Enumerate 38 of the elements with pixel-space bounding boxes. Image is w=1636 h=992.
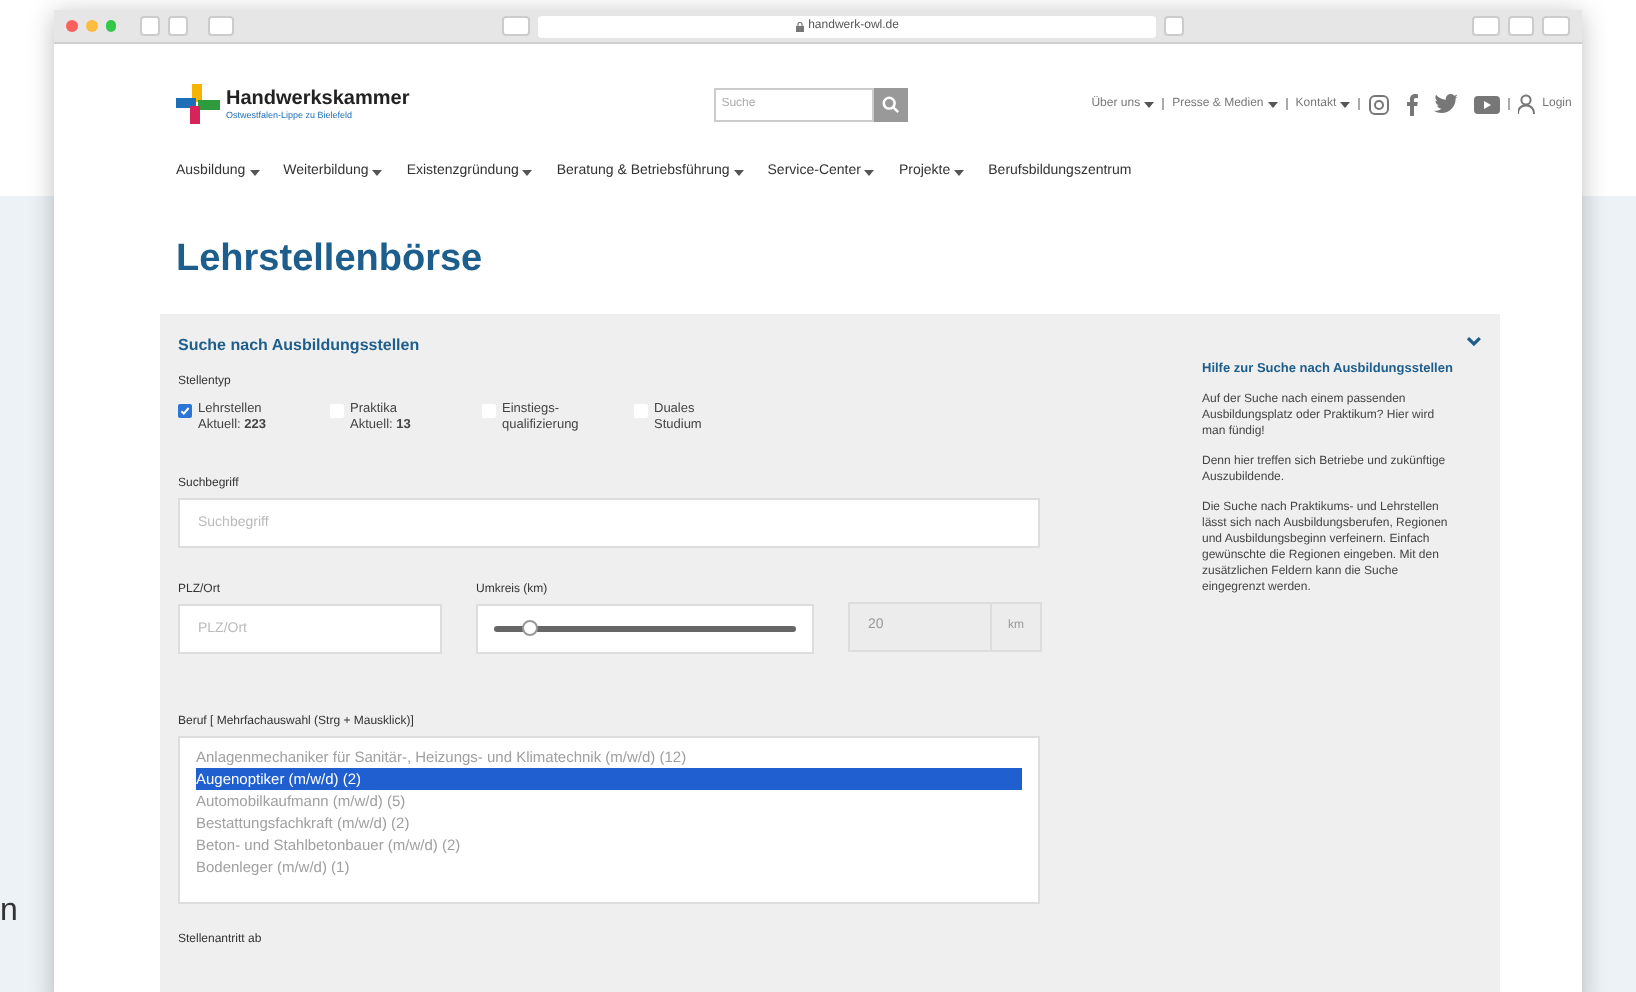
extension-button[interactable] xyxy=(1472,16,1500,36)
caret-icon xyxy=(864,169,875,176)
caret-icon xyxy=(733,169,744,176)
caret-icon xyxy=(1144,101,1155,107)
panel-title: Suche nach Ausbildungsstellen xyxy=(178,333,422,357)
back-button[interactable] xyxy=(140,16,161,36)
forward-button[interactable] xyxy=(168,16,188,36)
slider-thumb[interactable] xyxy=(522,620,539,636)
caret-icon xyxy=(1340,101,1351,107)
page-title: Lehrstellenbörse xyxy=(174,237,485,281)
caret-icon xyxy=(954,169,965,176)
search-icon xyxy=(881,95,900,113)
facebook-icon[interactable] xyxy=(1406,93,1419,115)
tabs-button[interactable] xyxy=(1542,16,1571,36)
search-button[interactable] xyxy=(873,87,908,121)
profession-list[interactable] xyxy=(178,735,1040,903)
instagram-icon[interactable] xyxy=(1368,93,1391,115)
reload-button[interactable] xyxy=(1164,16,1185,36)
logo-icon xyxy=(176,84,220,124)
lock-icon xyxy=(796,21,805,31)
caret-icon xyxy=(372,169,383,176)
share-button[interactable] xyxy=(1507,16,1535,36)
youtube-icon[interactable] xyxy=(1474,95,1501,113)
logo-name: Handwerkskammer xyxy=(226,87,410,109)
caret-icon xyxy=(249,169,260,176)
type-checkbox[interactable] xyxy=(178,403,192,417)
collapse-chevron-icon[interactable] xyxy=(1466,335,1482,345)
twitter-icon[interactable] xyxy=(1434,94,1459,114)
maximize-window-icon[interactable] xyxy=(105,20,117,32)
sidebar-button[interactable] xyxy=(207,16,235,36)
caret-icon xyxy=(522,169,533,176)
background-text: n xyxy=(0,892,18,932)
minimize-window-icon[interactable] xyxy=(85,20,98,32)
caret-icon xyxy=(1267,101,1278,107)
user-icon xyxy=(1518,94,1539,114)
close-window-icon[interactable] xyxy=(66,20,78,32)
radius-slider[interactable] xyxy=(494,620,796,636)
privacy-button[interactable] xyxy=(502,16,531,36)
